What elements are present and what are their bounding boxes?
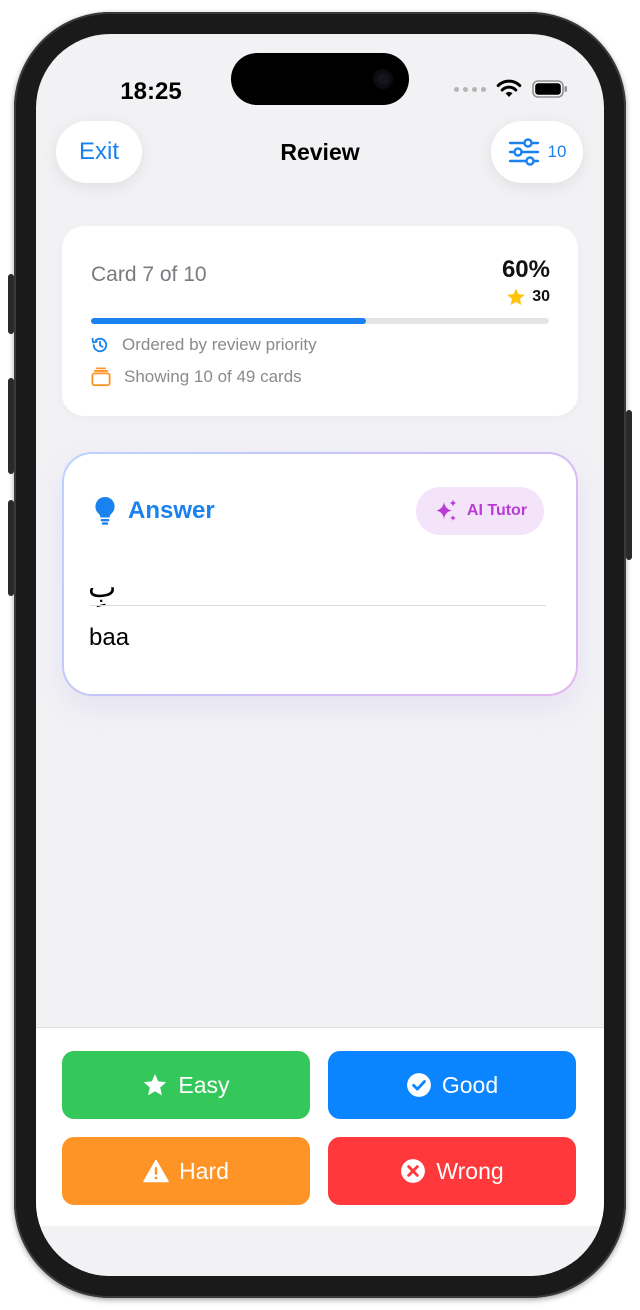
status-time: 18:25 bbox=[120, 78, 182, 105]
showing-label: Showing 10 of 49 cards bbox=[124, 367, 302, 386]
hard-button[interactable]: Hard bbox=[62, 1137, 310, 1205]
battery-icon bbox=[532, 80, 567, 98]
transliteration-text: baa bbox=[89, 624, 130, 651]
wrong-label: Wrong bbox=[436, 1157, 504, 1184]
exit-button[interactable]: Exit bbox=[56, 121, 142, 183]
action-button bbox=[8, 274, 14, 334]
cellular-signal-icon bbox=[454, 86, 486, 92]
star-icon bbox=[144, 1073, 167, 1096]
stars-value: 30 bbox=[532, 288, 550, 305]
screen: 18:25 Exit Review 10 Card 7 of 10 60% 30… bbox=[36, 34, 604, 1276]
order-info: Ordered by review priority bbox=[90, 335, 317, 355]
page-title: Review bbox=[280, 139, 360, 165]
wrong-button[interactable]: Wrong bbox=[328, 1137, 576, 1205]
order-label: Ordered by review priority bbox=[122, 335, 317, 354]
volume-down-button bbox=[8, 500, 14, 596]
dynamic-island bbox=[231, 53, 409, 105]
clock-history-icon bbox=[91, 337, 108, 353]
wifi-icon bbox=[496, 79, 522, 97]
card-count: Card 7 of 10 bbox=[91, 263, 207, 286]
showing-info: Showing 10 of 49 cards bbox=[90, 367, 302, 387]
sliders-icon bbox=[508, 138, 539, 166]
good-button[interactable]: Good bbox=[328, 1051, 576, 1119]
ai-tutor-label: AI Tutor bbox=[466, 502, 528, 519]
answer-card: Answer AI Tutor بِ baa bbox=[62, 452, 578, 696]
ai-tutor-button[interactable]: AI Tutor bbox=[416, 487, 544, 535]
arabic-text: بِ bbox=[88, 570, 117, 605]
sparkles-icon bbox=[436, 499, 457, 521]
lightbulb-icon bbox=[95, 496, 115, 525]
good-label: Good bbox=[441, 1071, 499, 1098]
progress-bar-fill bbox=[91, 318, 366, 324]
progress-card: Card 7 of 10 60% 30 Ordered by review pr… bbox=[62, 226, 578, 416]
answer-header: Answer bbox=[94, 496, 215, 526]
filter-count: 10 bbox=[547, 142, 567, 161]
checkmark-circle-icon bbox=[406, 1073, 431, 1097]
stack-icon bbox=[91, 367, 111, 387]
progress-bar bbox=[91, 318, 549, 324]
easy-button[interactable]: Easy bbox=[62, 1051, 310, 1119]
stars-count: 30 bbox=[506, 287, 550, 307]
volume-up-button bbox=[8, 378, 14, 474]
status-indicators bbox=[454, 78, 568, 100]
grading-bar: Easy Good Hard Wrong bbox=[36, 1027, 604, 1226]
easy-label: Easy bbox=[178, 1071, 230, 1098]
power-button bbox=[626, 410, 632, 560]
answer-label: Answer bbox=[128, 497, 215, 524]
warning-triangle-icon bbox=[143, 1159, 169, 1183]
filter-button[interactable]: 10 bbox=[491, 121, 583, 183]
front-camera bbox=[373, 69, 393, 89]
star-icon bbox=[507, 288, 525, 305]
score-percent: 60% bbox=[501, 256, 550, 283]
hard-label: Hard bbox=[179, 1157, 229, 1184]
x-circle-icon bbox=[401, 1159, 426, 1183]
home-indicator-area bbox=[36, 1226, 604, 1276]
answer-divider bbox=[90, 605, 546, 606]
